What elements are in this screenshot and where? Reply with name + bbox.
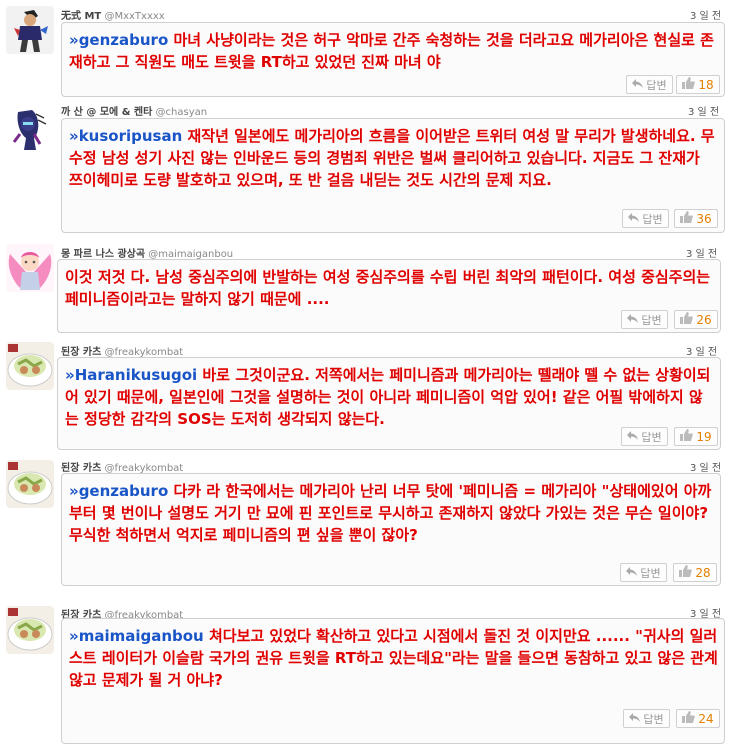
reply-arrow-icon	[626, 566, 638, 579]
reply-button[interactable]: 답변	[623, 709, 670, 728]
reply-arrow-icon	[629, 712, 641, 725]
timestamp[interactable]: 3 일 전	[686, 245, 717, 260]
comment-text: »maimaiganbou 쳐다보고 있었다 확산하고 있다고 시점에서 돌진 …	[69, 625, 718, 691]
like-button[interactable]: 24	[676, 709, 720, 728]
like-count: 19	[696, 429, 712, 444]
timestamp[interactable]: 3 일 전	[688, 103, 719, 118]
comment-bubble: »genzaburo 마녀 사냥이라는 것은 허구 악마로 간주 숙청하는 것을…	[61, 22, 725, 97]
post-meta: 无式 MT @MxxTxxxx	[61, 7, 165, 22]
comment-text: 이것 저것 다. 남성 중심주의에 반발하는 여성 중심주의를 수립 버린 최악…	[65, 266, 714, 310]
comment-text: »genzaburo 마녀 사냥이라는 것은 허구 악마로 간주 숙청하는 것을…	[69, 29, 718, 73]
comment-bubble: 이것 저것 다. 남성 중심주의에 반발하는 여성 중심주의를 수립 버린 최악…	[57, 259, 721, 333]
mention-link[interactable]: »genzaburo	[69, 482, 168, 500]
reply-label: 답변	[641, 430, 662, 444]
reply-label: 답변	[642, 212, 663, 226]
like-count: 24	[698, 711, 714, 726]
thumbs-up-icon	[680, 211, 694, 226]
comment-bubble: »maimaiganbou 쳐다보고 있었다 확산하고 있다고 시점에서 돌진 …	[61, 618, 725, 744]
reply-label: 답변	[641, 313, 662, 327]
avatar[interactable]	[6, 104, 54, 152]
author-name[interactable]: 까 산 @ 모에 & 켄타	[61, 107, 152, 118]
reply-label: 답변	[640, 566, 661, 580]
comment-text: »kusoripusan 재작년 일본에도 메가리아의 흐름을 이어받은 트위터…	[69, 125, 718, 191]
mention-link[interactable]: »maimaiganbou	[69, 627, 204, 645]
avatar[interactable]	[6, 6, 54, 54]
mention-link[interactable]: »genzaburo	[69, 31, 168, 49]
reply-arrow-icon	[627, 430, 639, 443]
like-button[interactable]: 28	[673, 563, 717, 582]
thumbs-up-icon	[682, 77, 696, 92]
like-count: 28	[695, 565, 711, 580]
thumbs-up-icon	[680, 312, 694, 327]
like-button[interactable]: 36	[674, 209, 718, 228]
post: 된장 카츠 @freakykombat 3 일 전 »maimaiganbou …	[0, 600, 746, 750]
reply-label: 답변	[646, 78, 667, 92]
like-button[interactable]: 26	[674, 310, 718, 329]
timestamp[interactable]: 3 일 전	[690, 7, 721, 22]
comment-text: »genzaburo 다카 라 한국에서는 메가리아 난리 너무 탓에 '페미니…	[69, 480, 714, 546]
like-button[interactable]: 18	[676, 75, 720, 94]
like-count: 26	[696, 312, 712, 327]
comment-bubble: »genzaburo 다카 라 한국에서는 메가리아 난리 너무 탓에 '페미니…	[61, 473, 721, 586]
thumbs-up-icon	[680, 429, 694, 444]
post: 된장 카츠 @freakykombat 3 일 전 »genzaburo 다카 …	[0, 454, 746, 590]
avatar[interactable]	[6, 606, 54, 654]
mention-link[interactable]: »kusoripusan	[69, 127, 182, 145]
timestamp[interactable]: 3 일 전	[690, 459, 721, 474]
reply-arrow-icon	[627, 313, 639, 326]
mention-link[interactable]: »Haranikusugoi	[65, 366, 197, 384]
post: 까 산 @ 모에 & 켄타 @chasyan 3 일 전 »kusoripusa…	[0, 100, 746, 240]
author-handle[interactable]: @MxxTxxxx	[104, 11, 164, 22]
post-meta: 까 산 @ 모에 & 켄타 @chasyan	[61, 103, 207, 118]
author-name[interactable]: 无式 MT	[61, 11, 101, 22]
reply-button[interactable]: 답변	[621, 310, 668, 329]
reply-button[interactable]: 답변	[626, 75, 673, 94]
comment-text: »Haranikusugoi 바로 그것이군요. 저쪽에서는 페미니즘과 메가리…	[65, 364, 714, 430]
thumbs-up-icon	[679, 565, 693, 580]
reply-arrow-icon	[632, 78, 644, 91]
avatar[interactable]	[6, 460, 54, 508]
post: 된장 카츠 @freakykombat 3 일 전 »Haranikusugoi…	[0, 338, 746, 454]
post-meta: 된장 카츠 @freakykombat	[61, 343, 183, 358]
author-handle[interactable]: @chasyan	[156, 107, 208, 118]
comment-bubble: »kusoripusan 재작년 일본에도 메가리아의 흐름을 이어받은 트위터…	[61, 118, 725, 233]
reply-button[interactable]: 답변	[620, 563, 667, 582]
post: 몽 파르 나스 광상곡 @maimaiganbou 3 일 전 이것 저것 다.…	[0, 240, 746, 338]
post-meta: 된장 카츠 @freakykombat	[61, 459, 183, 474]
post: 无式 MT @MxxTxxxx 3 일 전 »genzaburo 마녀 사냥이라…	[0, 0, 746, 100]
post-meta: 몽 파르 나스 광상곡 @maimaiganbou	[61, 245, 233, 260]
reply-button[interactable]: 답변	[621, 427, 668, 446]
reply-arrow-icon	[628, 212, 640, 225]
avatar[interactable]	[6, 244, 54, 292]
thumbs-up-icon	[682, 711, 696, 726]
timestamp[interactable]: 3 일 전	[686, 343, 717, 358]
like-count: 18	[698, 77, 714, 92]
comment-body: 이것 저것 다. 남성 중심주의에 반발하는 여성 중심주의를 수립 버린 최악…	[65, 268, 711, 308]
like-button[interactable]: 19	[674, 427, 718, 446]
reply-label: 답변	[643, 712, 664, 726]
comment-bubble: »Haranikusugoi 바로 그것이군요. 저쪽에서는 페미니즘과 메가리…	[57, 357, 721, 450]
like-count: 36	[696, 211, 712, 226]
avatar[interactable]	[6, 342, 54, 390]
reply-button[interactable]: 답변	[622, 209, 669, 228]
